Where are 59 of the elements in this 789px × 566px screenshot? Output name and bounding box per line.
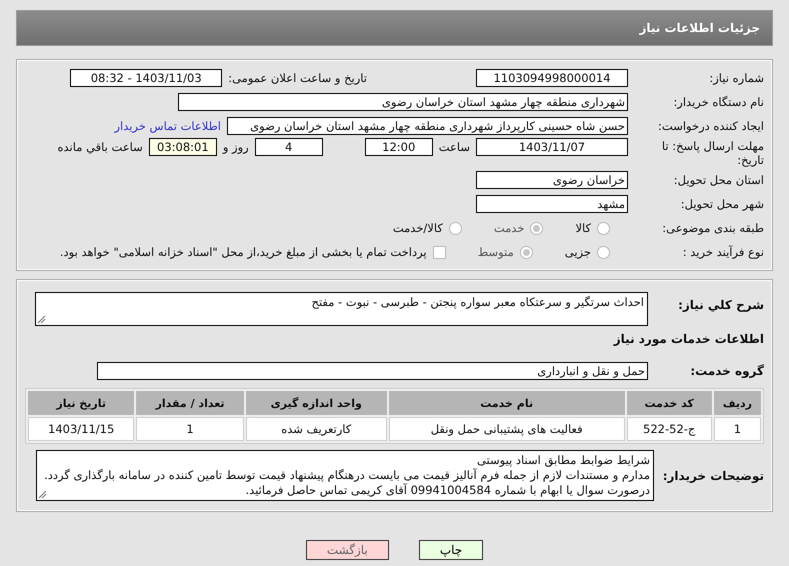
checkbox[interactable] xyxy=(432,246,446,258)
days-field: 4 xyxy=(254,138,323,156)
field-label: استان محل تحویل: xyxy=(672,173,764,187)
column-header: تاریخ نیاز xyxy=(28,391,134,415)
field-label: مهلت ارسال پاسخ: تا تاریخ: xyxy=(660,139,764,167)
table-cell: فعالیت های پشتیبانی حمل ونقل xyxy=(388,417,625,441)
radio-button[interactable] xyxy=(597,222,610,234)
field-label: طبقه بندی موضوعی: xyxy=(661,221,764,235)
field-label: تاریخ و ساعت اعلان عمومی: xyxy=(228,71,367,85)
resize-grip-icon[interactable] xyxy=(38,490,47,499)
field-label: نام دستگاه خریدار: xyxy=(672,95,764,109)
description-field: احداث سرتگیر و سرعتکاه معبر سواره پنجتن - طبرسی - نبوت - مفتح xyxy=(35,292,648,326)
radio-button[interactable] xyxy=(597,246,610,258)
column-header: واحد اندازه گیری xyxy=(246,391,387,415)
city-field: مشهد xyxy=(476,195,628,213)
resize-grip-icon[interactable] xyxy=(37,315,46,324)
time-field: 12:00 xyxy=(364,138,433,156)
back-button[interactable]: بازگشت xyxy=(306,540,389,560)
radio-button[interactable] xyxy=(530,222,544,234)
need-number-field: 1103094998000014 xyxy=(476,69,628,87)
service-group-field: حمل و نقل و انبارداری xyxy=(97,362,648,380)
field-label: نوع فرآیند خرید : xyxy=(682,245,764,259)
creator-field: حسن شاه حسینی کارپرداز شهرداری منطقه چهار مشهد استان خراسان رضوی xyxy=(227,117,628,135)
field-label: ساعت باقي مانده xyxy=(58,140,143,154)
buyer-contact-link[interactable]: اطلاعات تماس خریدار xyxy=(114,119,221,133)
announce-date-field: 1403/11/03 - 08:32 xyxy=(70,69,222,87)
option-label: جزیی xyxy=(564,245,591,259)
table-cell: 1403/11/15 xyxy=(28,417,134,441)
radio-button[interactable] xyxy=(448,222,462,234)
option-label: متوسط xyxy=(478,245,514,259)
option-label: خدمت xyxy=(494,221,524,235)
field-label: توضیحات خریدار: xyxy=(662,468,764,482)
field-label: شرح کلي نياز: xyxy=(677,298,764,312)
print-button[interactable]: چاپ xyxy=(418,540,484,560)
field-label: ایجاد کننده درخواست: xyxy=(657,119,764,133)
option-label: کالا/خدمت xyxy=(392,221,443,235)
field-label: شهر محل تحویل: xyxy=(680,197,764,211)
radio-button[interactable] xyxy=(520,246,533,258)
field-label: ساعت xyxy=(438,140,470,154)
column-header: ردیف xyxy=(714,391,761,415)
date-field: 1403/11/07 xyxy=(476,138,628,156)
table-cell: 1 xyxy=(136,417,244,441)
table-cell: کارتعریف شده xyxy=(246,417,387,441)
buyer-field: شهرداری منطقه چهار مشهد استان خراسان رضوی xyxy=(178,93,628,111)
field-label: روز و xyxy=(222,140,249,154)
buyer-notes-field: شرایط ضوابط مطابق اسناد پیوستی مدارم و مستندات لازم از جمله فرم آنالیز قیمت می بایست درهنگام پیشنهاد قیمت توسط تامین کننده در سامانه بارگذاری گردد. درصورت سوال یا ابهام با شماره 09941004584 آقای کریمی تماس حاصل فرمائید. xyxy=(36,450,654,501)
table-cell: 1 xyxy=(714,417,761,441)
column-header: نام خدمت xyxy=(388,391,625,415)
checkbox-label: پرداخت تمام یا بخشی از مبلغ خرید،از محل "اسناد خزانه اسلامی" خواهد بود. xyxy=(60,245,427,259)
column-header: تعداد / مقدار xyxy=(136,391,244,415)
table-cell: ج-52-522 xyxy=(626,417,712,441)
column-header: کد خدمت xyxy=(626,391,712,415)
option-label: کالا xyxy=(575,221,591,235)
field-label: شماره نیاز: xyxy=(708,71,764,85)
remaining-time-field: 03:08:01 xyxy=(148,138,217,156)
section-heading: اطلاعات خدمات مورد نیاز xyxy=(612,332,764,346)
field-label: گروه خدمت: xyxy=(689,364,764,378)
province-field: خراسان رضوی xyxy=(476,171,628,189)
page-title: جزئیات اطلاعات نیاز xyxy=(16,10,773,46)
